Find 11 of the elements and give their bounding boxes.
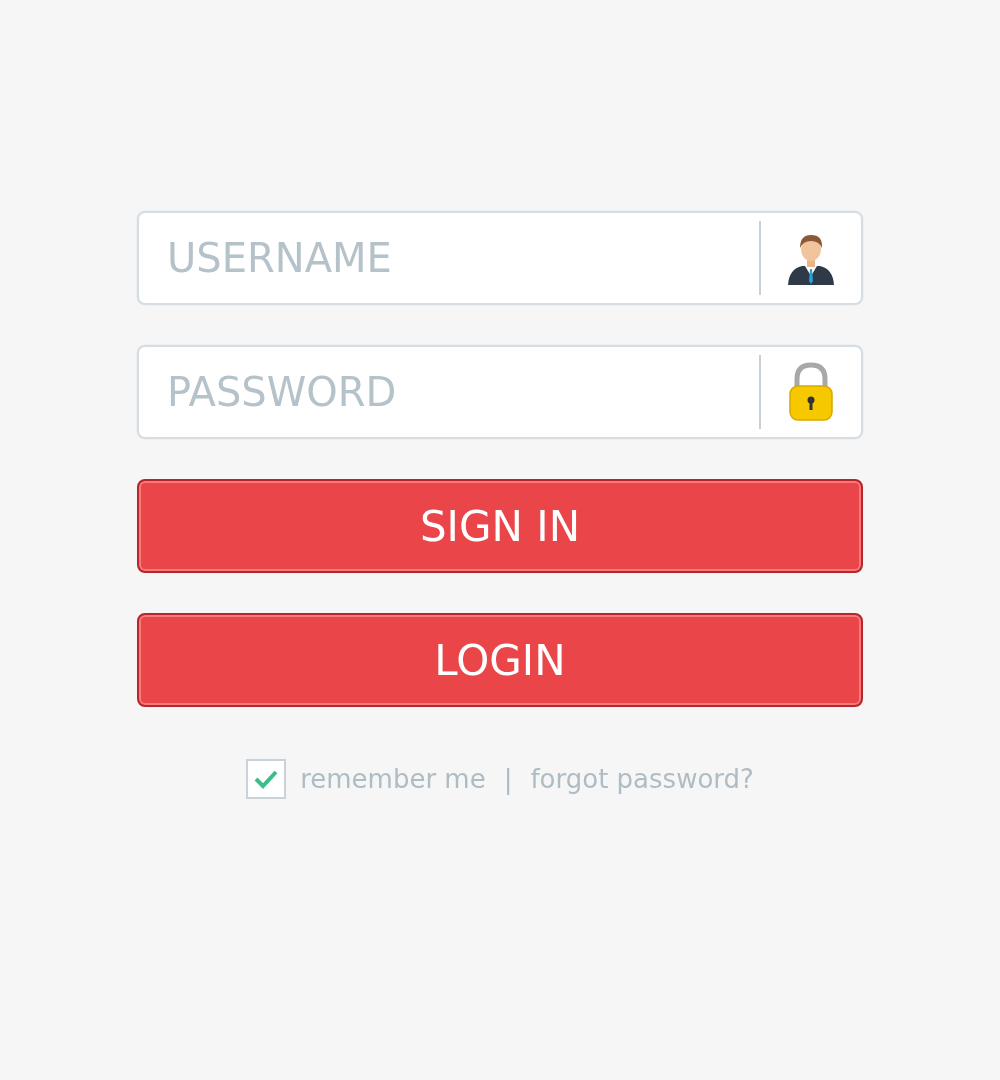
username-field[interactable]: USERNAME xyxy=(137,211,863,305)
text-input: USERNAME xyxy=(139,213,759,303)
remember-label: remember me xyxy=(300,762,486,796)
password-field[interactable]: PASSWORD xyxy=(137,345,863,439)
submit-button[interactable]: SIGN IN xyxy=(137,479,863,573)
text-input: PASSWORD xyxy=(139,347,759,437)
padlock-icon xyxy=(788,362,834,422)
remember-checkbox[interactable] xyxy=(246,759,287,799)
check-icon xyxy=(254,769,279,789)
separator: | xyxy=(502,762,514,797)
submit-button[interactable]: LOGIN xyxy=(137,613,863,707)
